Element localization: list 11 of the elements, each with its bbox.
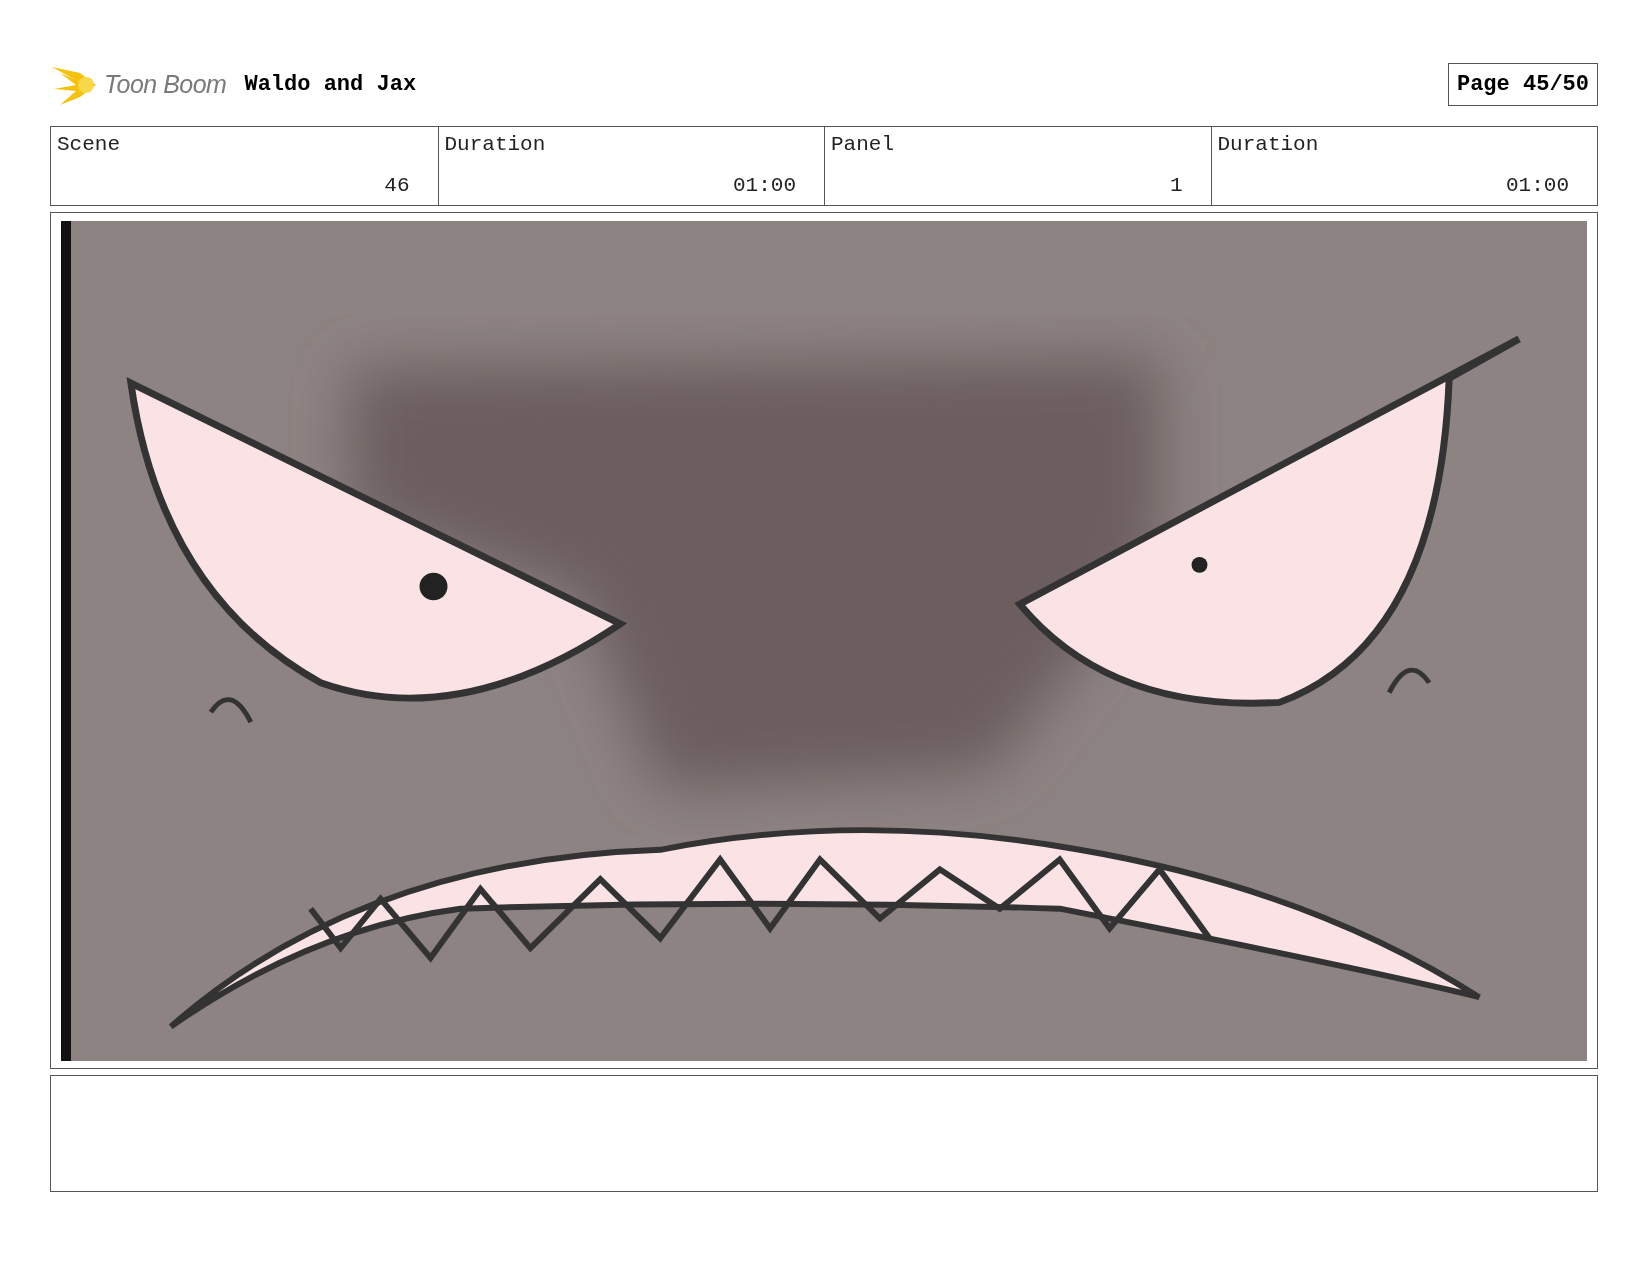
- logo-text: Toon Boom: [104, 69, 227, 99]
- field-label: Scene: [57, 133, 120, 156]
- field-value: 46: [383, 174, 410, 197]
- field-label: Panel: [831, 133, 894, 156]
- field-value: 1: [1168, 174, 1183, 197]
- field-value: 01:00: [1505, 174, 1569, 197]
- field-label: Duration: [444, 133, 546, 156]
- field-label: Duration: [1217, 133, 1319, 156]
- document-title: Waldo and Jax: [244, 71, 418, 97]
- page-number: Page 45/50: [1447, 62, 1598, 106]
- field-value: 01:00: [732, 174, 796, 197]
